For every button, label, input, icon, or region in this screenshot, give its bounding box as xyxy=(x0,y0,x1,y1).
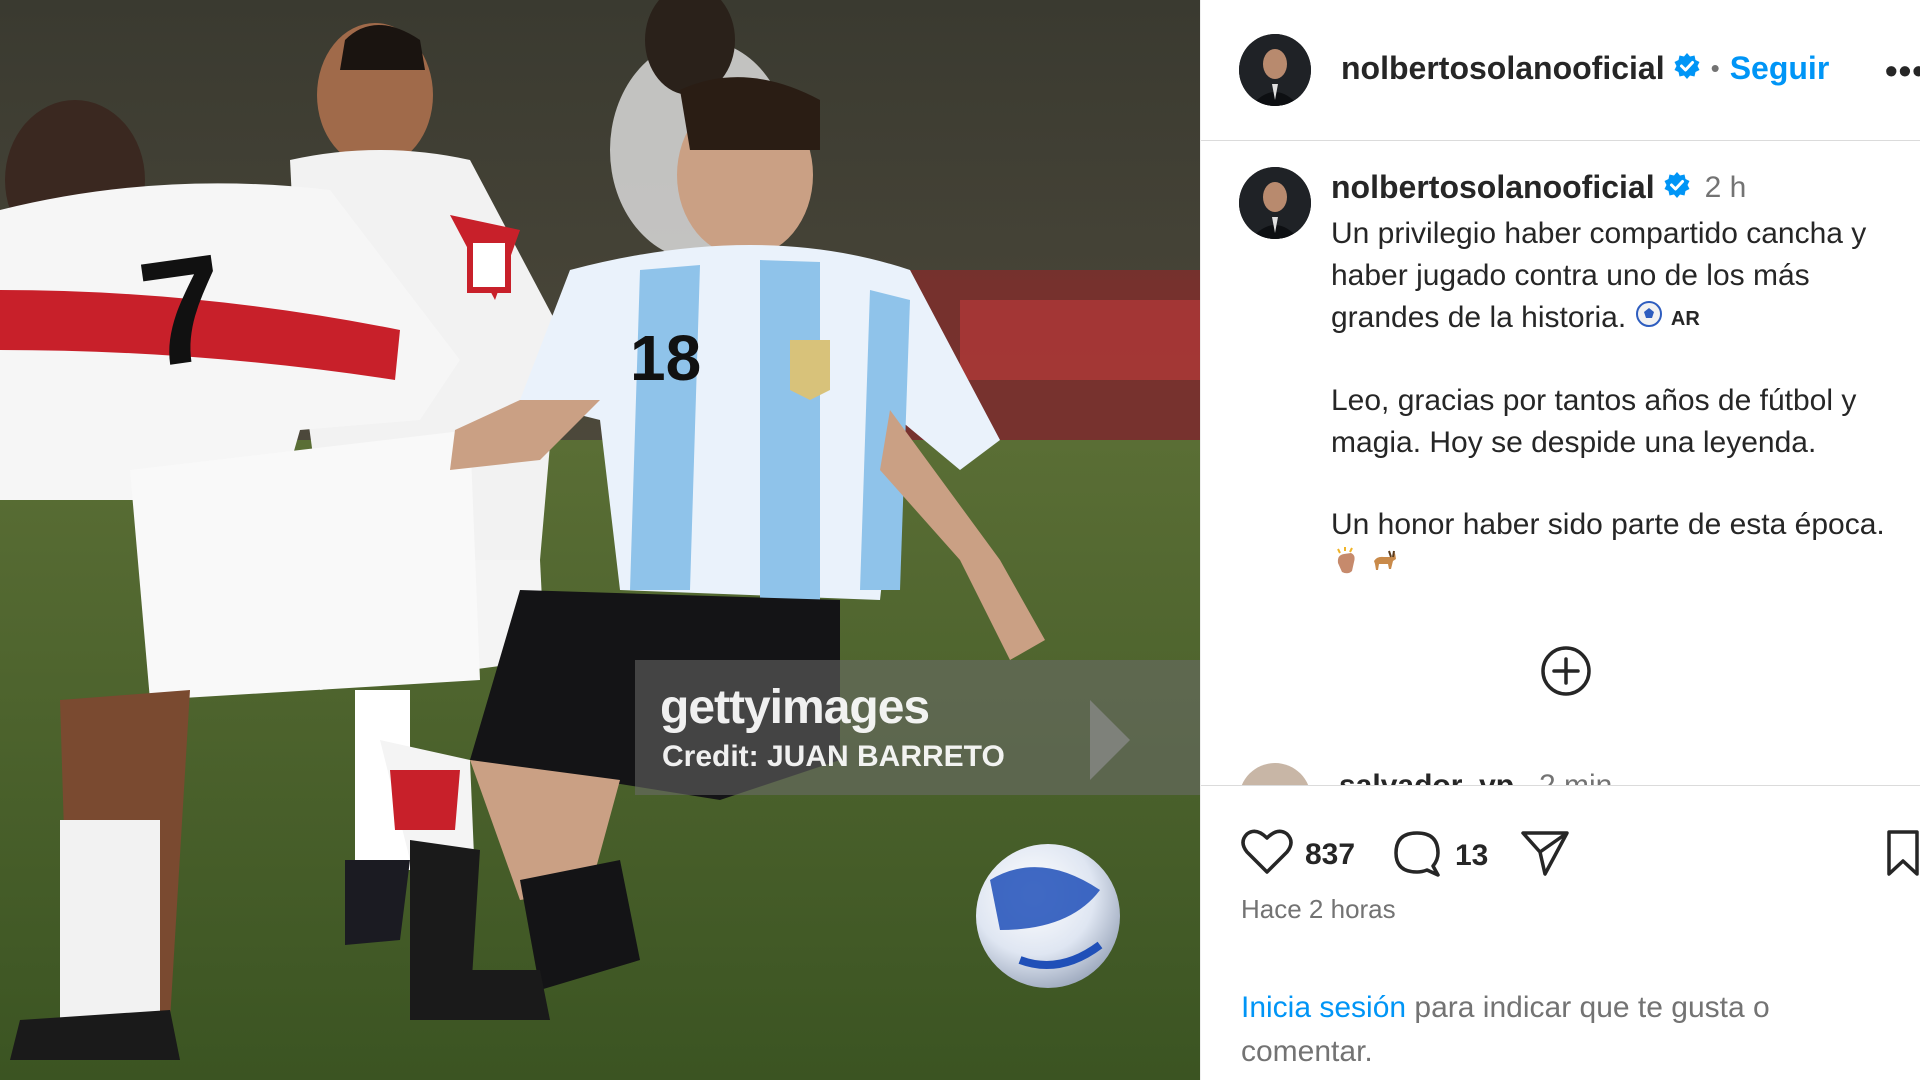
watermark-brand: gettyimages xyxy=(660,681,930,734)
likes-count[interactable]: 837 xyxy=(1305,838,1355,872)
caption-username[interactable]: nolbertosolanooficial xyxy=(1331,169,1655,206)
verified-icon xyxy=(1673,52,1701,85)
avatar[interactable] xyxy=(1239,763,1311,785)
heart-icon[interactable] xyxy=(1241,828,1293,881)
save-action xyxy=(1885,828,1920,883)
share-icon[interactable] xyxy=(1519,828,1571,883)
caption-paragraph-3: Un honor haber sido parte de esta época. xyxy=(1331,508,1885,542)
avatar[interactable] xyxy=(1239,34,1311,106)
comment-icon[interactable] xyxy=(1391,828,1443,883)
comment-time: 2 min xyxy=(1539,769,1612,785)
follow-button[interactable]: Seguir xyxy=(1730,50,1830,87)
post-header: nolbertosolanooficial • Seguir ••• xyxy=(1201,0,1920,141)
caption-paragraph-1: Un privilegio haber compartido cancha y … xyxy=(1331,217,1867,334)
clap-emoji-icon xyxy=(1331,547,1361,589)
soccer-ball-emoji-icon xyxy=(1635,298,1663,340)
add-comment-icon[interactable] xyxy=(1540,645,1592,697)
comment-action: 13 xyxy=(1391,828,1488,883)
share-action xyxy=(1519,828,1571,883)
more-icon[interactable]: ••• xyxy=(1885,50,1920,92)
comments-area: nolbertosolanooficial 2 h Un privilegio … xyxy=(1201,141,1920,785)
svg-text:18: 18 xyxy=(630,322,701,394)
caption-avatar[interactable] xyxy=(1239,167,1311,239)
post-caption: Un privilegio haber compartido cancha y … xyxy=(1331,213,1901,629)
comments-count[interactable]: 13 xyxy=(1455,839,1488,873)
caption-paragraph-2: Leo, gracias por tantos años de fútbol y… xyxy=(1331,384,1857,460)
verified-icon xyxy=(1663,171,1691,204)
flag-ar: AR xyxy=(1670,308,1700,331)
comment-username[interactable]: salvador_vp xyxy=(1339,769,1514,785)
photo-credit: Credit: JUAN BARRETO xyxy=(662,740,1005,773)
bookmark-icon[interactable] xyxy=(1885,828,1920,883)
goat-emoji-icon xyxy=(1369,547,1399,589)
header-separator: • xyxy=(1710,53,1720,83)
post-photo: 7 18 gettyimages Credit: JUAN BARRETO xyxy=(0,0,1200,1080)
header-username[interactable]: nolbertosolanooficial xyxy=(1341,50,1665,87)
login-prompt: Inicia sesión para indicar que te gusta … xyxy=(1241,986,1841,1074)
like-action: 837 xyxy=(1241,828,1355,881)
login-link[interactable]: Inicia sesión xyxy=(1241,991,1406,1024)
post-actions: 837 13 Hace 2 horas Inicia sesión para i… xyxy=(1201,785,1920,1081)
caption-time[interactable]: 2 h xyxy=(1705,171,1747,205)
post-side-panel: nolbertosolanooficial • Seguir ••• nolbe… xyxy=(1200,0,1920,1080)
posted-ago: Hace 2 horas xyxy=(1241,894,1396,924)
